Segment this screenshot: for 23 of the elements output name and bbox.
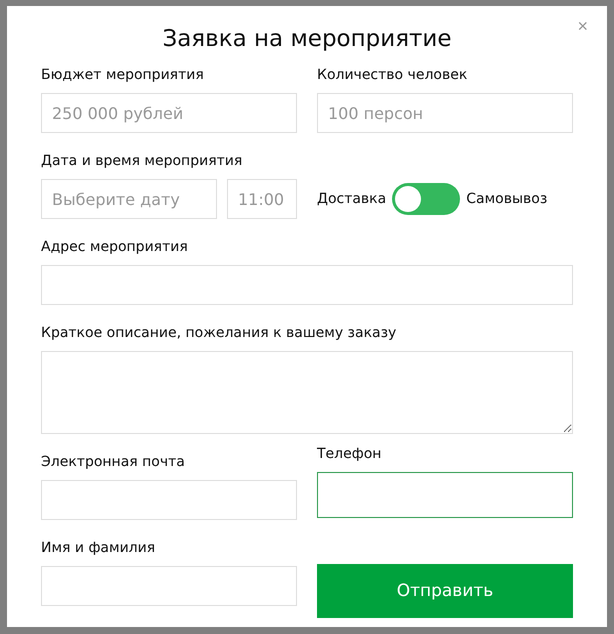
budget-field[interactable]: 250 000 рублей — [41, 93, 297, 133]
field-label: Имя и фамилия — [41, 539, 156, 557]
toggle-label: Доставка — [317, 191, 386, 207]
close-button[interactable]: × — [573, 16, 592, 36]
field-label: Количество человек — [317, 66, 468, 84]
phone-field[interactable] — [317, 472, 573, 518]
date-field[interactable]: Выберите дату — [41, 179, 217, 219]
people-count-field[interactable]: 100 персон — [317, 93, 573, 133]
submit-button[interactable]: Отправить — [317, 564, 573, 618]
email-field[interactable] — [41, 480, 297, 520]
field-label: Адрес мероприятия — [41, 238, 189, 256]
field-label: Бюджет мероприятия — [41, 66, 205, 84]
delivery-toggle[interactable] — [392, 183, 460, 215]
field-label: Телефон — [317, 445, 382, 463]
dialog-title: Заявка на мероприятие — [161, 26, 453, 52]
field-label: Краткое описание, пожелания к вашему заказу — [41, 324, 398, 342]
description-field[interactable] — [41, 351, 573, 434]
address-field[interactable] — [41, 265, 573, 305]
field-label: Электронная почта — [41, 453, 186, 471]
field-label: Дата и время мероприятия — [41, 152, 244, 170]
time-field[interactable]: 11:00 — [227, 179, 297, 219]
toggle-label: Самовывоз — [466, 191, 548, 207]
name-field[interactable] — [41, 566, 297, 606]
